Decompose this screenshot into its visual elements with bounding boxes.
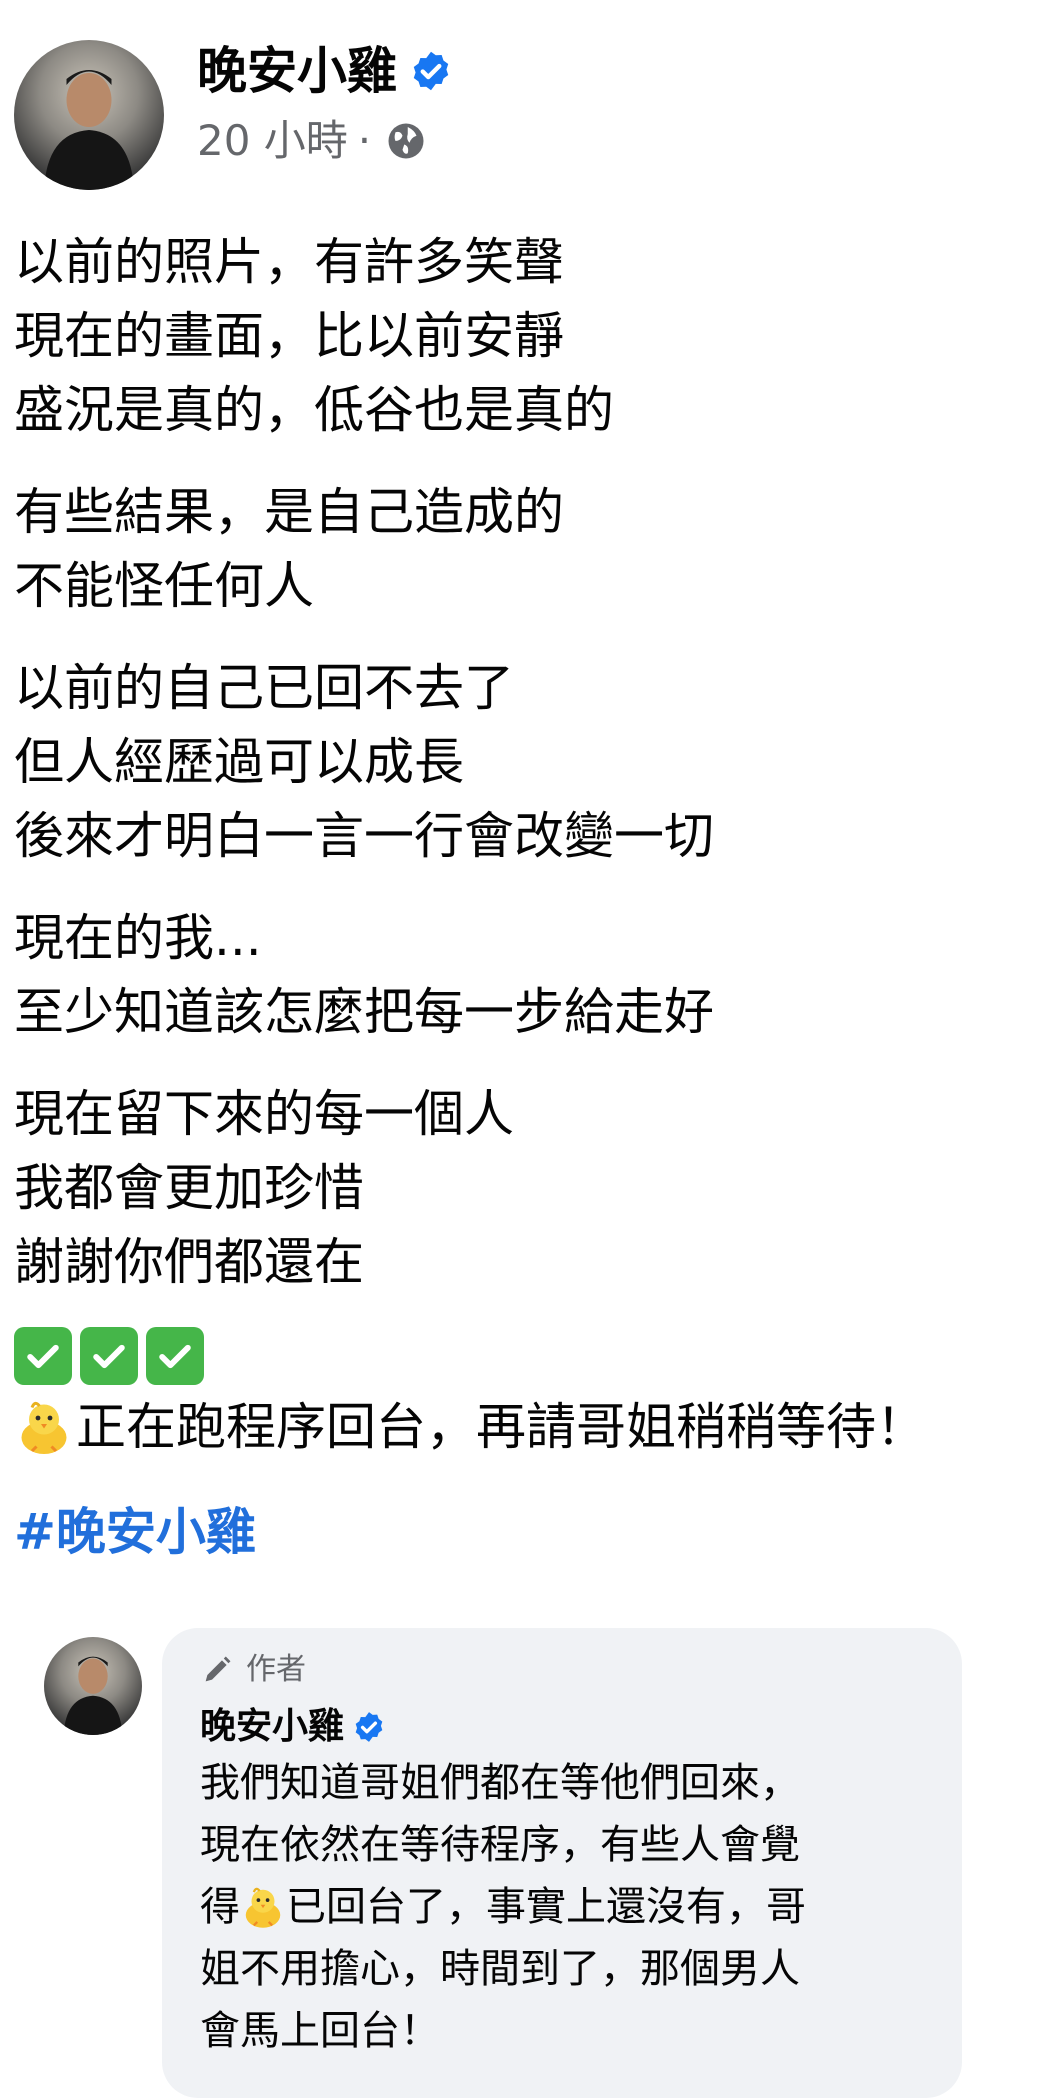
check-emoji-row bbox=[14, 1327, 1044, 1385]
pencil-icon bbox=[200, 1653, 234, 1687]
post-paragraph: 有些結果，是自己造成的 不能怪任何人 bbox=[14, 475, 1044, 623]
post-line: 現在的畫面，比以前安靜 bbox=[14, 307, 564, 365]
check-mark-emoji bbox=[14, 1327, 72, 1385]
chick-status-line: 正在跑程序回台，再請哥姐稍稍等待！ bbox=[14, 1385, 1044, 1469]
check-mark-emoji bbox=[146, 1327, 204, 1385]
comment-text-fragment: 已回台了，事實上還沒有，哥 bbox=[286, 1884, 806, 1930]
post-line: 以前的照片，有許多笑聲 bbox=[14, 233, 564, 291]
post-line: 盛況是真的，低谷也是真的 bbox=[14, 381, 614, 439]
comment-line: 我們知道哥姐們都在等他們回來， bbox=[200, 1760, 800, 1806]
meta-separator: · bbox=[357, 116, 372, 165]
author-badge-label: 作者 bbox=[246, 1652, 306, 1687]
post-body: 以前的照片，有許多笑聲 現在的畫面，比以前安靜 盛況是真的，低谷也是真的 有些結… bbox=[14, 225, 1044, 1567]
globe-icon[interactable] bbox=[385, 120, 427, 162]
post-line: 我都會更加珍惜 bbox=[14, 1159, 364, 1217]
post-line: 謝謝你們都還在 bbox=[14, 1233, 364, 1291]
post-line: 至少知道該怎麼把每一步給走好 bbox=[14, 983, 714, 1041]
comment-text: 我們知道哥姐們都在等他們回來， 現在依然在等待程序，有些人會覺 得 已回台了，事… bbox=[200, 1752, 924, 2062]
comment-line: 會馬上回台！ bbox=[200, 2008, 440, 2054]
comment-line: 得 已回台了，事實上還沒有，哥 bbox=[200, 1876, 924, 1938]
post-line: 以前的自己已回不去了 bbox=[14, 659, 514, 717]
verified-badge-icon bbox=[409, 49, 453, 93]
chick-emoji bbox=[240, 1884, 286, 1930]
post-line: 有些結果，是自己造成的 bbox=[14, 483, 564, 541]
check-mark-emoji bbox=[80, 1327, 138, 1385]
post-header: 晚安小雞 20 小時 · bbox=[197, 38, 453, 168]
emoji-line-text: 正在跑程序回台，再請哥姐稍稍等待！ bbox=[76, 1398, 926, 1456]
post-line: 現在留下來的每一個人 bbox=[14, 1085, 514, 1143]
post-paragraph: 以前的照片，有許多笑聲 現在的畫面，比以前安靜 盛況是真的，低谷也是真的 bbox=[14, 225, 1044, 447]
post-paragraph: 現在的我... 至少知道該怎麼把每一步給走好 bbox=[14, 901, 1044, 1049]
comment-line: 姐不用擔心，時間到了，那個男人 bbox=[200, 1946, 800, 1992]
post-meta: 20 小時 · bbox=[197, 114, 453, 168]
post-line: 現在的我... bbox=[14, 909, 262, 967]
author-badge: 作者 bbox=[200, 1650, 924, 1690]
post-line: 後來才明白一言一行會改變一切 bbox=[14, 807, 714, 865]
comment-line: 現在依然在等待程序，有些人會覺 bbox=[200, 1822, 800, 1868]
comment-author-row: 晚安小雞 bbox=[200, 1702, 924, 1752]
post-paragraph: 以前的自己已回不去了 但人經歷過可以成長 後來才明白一言一行會改變一切 bbox=[14, 651, 1044, 873]
post-author-name[interactable]: 晚安小雞 bbox=[197, 38, 397, 104]
post-line: 但人經歷過可以成長 bbox=[14, 733, 464, 791]
hashtag-link[interactable]: #晚安小雞 bbox=[14, 1497, 256, 1567]
comment-author-name[interactable]: 晚安小雞 bbox=[200, 1702, 344, 1752]
comment-text-fragment: 得 bbox=[200, 1884, 240, 1930]
post-line: 不能怪任何人 bbox=[14, 557, 314, 615]
verified-badge-icon bbox=[352, 1710, 386, 1744]
comment-bubble: 作者 晚安小雞 我們知道哥姐們都在等他們回來， 現在依然在等待程序，有些人會覺 … bbox=[162, 1628, 962, 2098]
post-author-avatar[interactable] bbox=[14, 40, 164, 190]
post-paragraph: 現在留下來的每一個人 我都會更加珍惜 謝謝你們都還在 bbox=[14, 1077, 1044, 1299]
author-row: 晚安小雞 bbox=[197, 38, 453, 104]
chick-emoji bbox=[14, 1397, 74, 1457]
comment-author-avatar[interactable] bbox=[44, 1637, 142, 1735]
post-timestamp[interactable]: 20 小時 bbox=[197, 114, 348, 168]
